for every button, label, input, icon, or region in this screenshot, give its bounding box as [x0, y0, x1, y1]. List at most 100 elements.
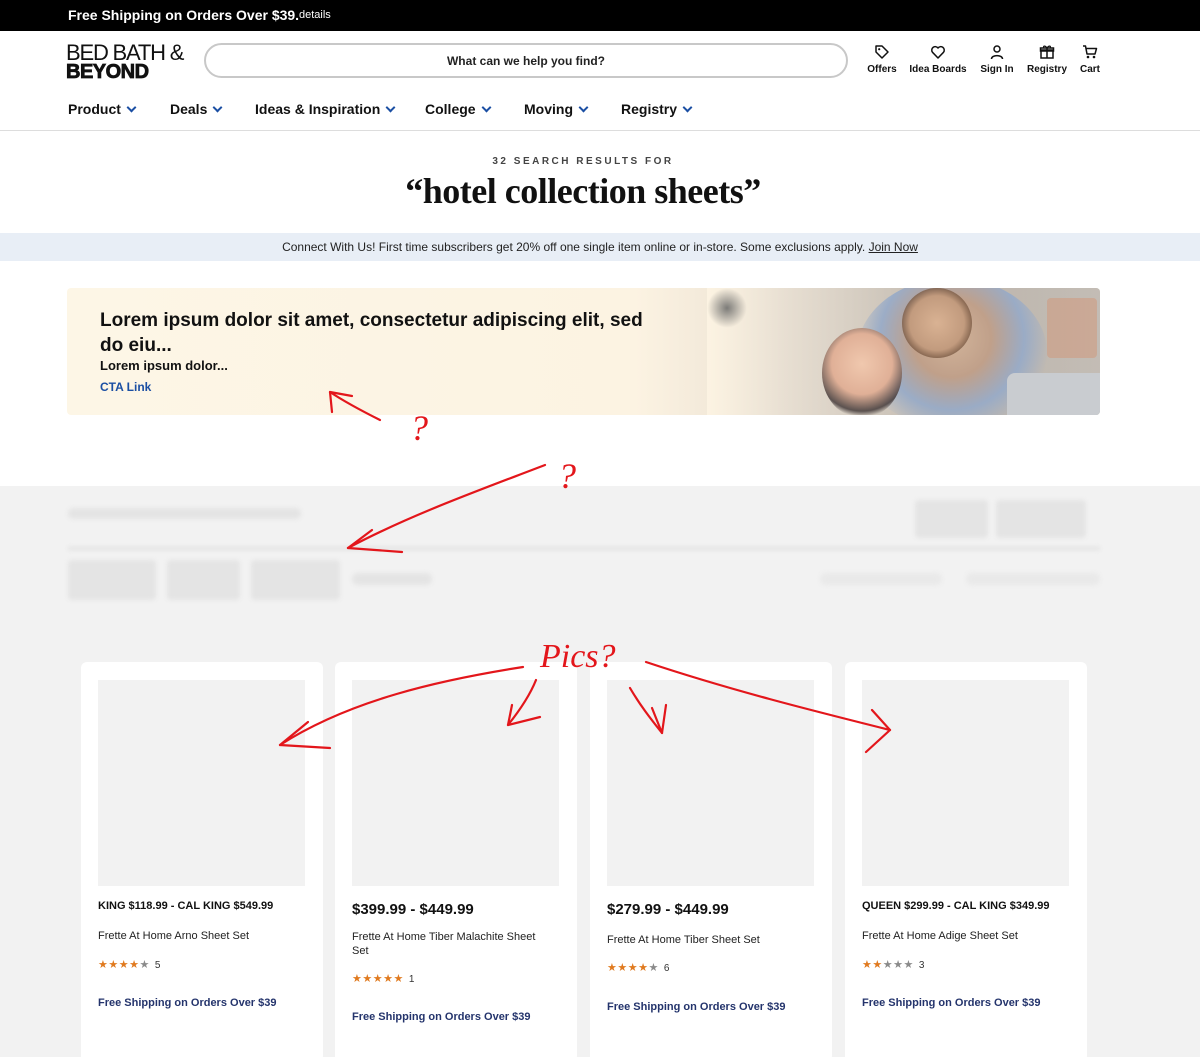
- star-icon: ★: [617, 962, 628, 974]
- product-image-placeholder[interactable]: [98, 680, 305, 886]
- search-bar: [204, 43, 848, 78]
- star-icon: ★: [139, 959, 150, 971]
- nav-item-college[interactable]: College: [425, 101, 492, 117]
- product-card[interactable]: QUEEN $299.99 - CAL KING $349.99 Frette …: [845, 662, 1087, 1057]
- sign-in-link[interactable]: Sign In: [977, 44, 1017, 75]
- gift-icon: [1039, 45, 1055, 59]
- star-icon: ★: [362, 973, 373, 985]
- star-icon: ★: [393, 973, 404, 985]
- product-price: $279.99 - $449.99: [607, 901, 729, 918]
- product-rating: ★★★★★ 6: [607, 961, 669, 974]
- results-query: “hotel collection sheets”: [405, 171, 761, 211]
- registry-label: Registry: [1026, 64, 1067, 75]
- main-nav: Product Deals Ideas & Inspiration Colleg…: [0, 90, 1200, 131]
- chevron-down-icon: [385, 102, 396, 113]
- review-count: 3: [918, 960, 925, 971]
- product-card[interactable]: $399.99 - $449.99 Frette At Home Tiber M…: [335, 662, 577, 1057]
- chevron-down-icon: [126, 102, 137, 113]
- idea-boards-label: Idea Boards: [909, 64, 967, 75]
- product-price: $399.99 - $449.99: [352, 901, 474, 918]
- sign-in-label: Sign In: [980, 64, 1014, 75]
- banner-photo: [707, 288, 1100, 415]
- star-icon: ★: [129, 959, 140, 971]
- promo-bar: Free Shipping on Orders Over $39. detail…: [0, 0, 1200, 31]
- nav-item-registry[interactable]: Registry: [621, 101, 693, 117]
- star-icon: ★: [607, 962, 618, 974]
- skeleton-button: [996, 500, 1086, 538]
- review-count: 6: [663, 963, 670, 974]
- skeleton-filter: [68, 560, 156, 600]
- chevron-down-icon: [212, 102, 223, 113]
- product-card[interactable]: KING $118.99 - CAL KING $549.99 Frette A…: [81, 662, 323, 1057]
- skeleton-button: [915, 500, 988, 538]
- nav-label: Moving: [524, 101, 573, 117]
- nav-item-moving[interactable]: Moving: [524, 101, 589, 117]
- star-icon: ★: [893, 959, 904, 971]
- skeleton-filter: [167, 560, 240, 600]
- product-rating: ★★★★★ 3: [862, 958, 924, 971]
- heart-icon: [931, 45, 945, 59]
- shipping-note: Free Shipping on Orders Over $39: [352, 1011, 531, 1023]
- review-count: 1: [408, 974, 415, 985]
- product-price: KING $118.99 - CAL KING $549.99: [98, 900, 274, 912]
- product-image-placeholder[interactable]: [352, 680, 559, 886]
- star-icon: ★: [872, 959, 883, 971]
- star-icon: ★: [372, 973, 384, 985]
- product-title[interactable]: Frette At Home Arno Sheet Set: [98, 929, 298, 943]
- star-icon: ★: [108, 959, 119, 971]
- product-card[interactable]: $279.99 - $449.99 Frette At Home Tiber S…: [590, 662, 832, 1057]
- product-image-placeholder[interactable]: [607, 680, 814, 886]
- logo-line2: BEYOND: [66, 61, 150, 83]
- nav-label: Product: [68, 101, 121, 117]
- skeleton-text: [966, 573, 1100, 585]
- nav-item-ideas[interactable]: Ideas & Inspiration: [255, 101, 396, 117]
- site-logo[interactable]: BED BATH & BEYOND: [66, 42, 185, 83]
- banner-cta-link[interactable]: CTA Link: [100, 380, 151, 394]
- nav-item-deals[interactable]: Deals: [170, 101, 223, 117]
- shipping-note: Free Shipping on Orders Over $39: [98, 997, 277, 1009]
- subscribe-text: Connect With Us! First time subscribers …: [282, 240, 866, 254]
- cart-label: Cart: [1079, 64, 1100, 75]
- join-now-link[interactable]: Join Now: [869, 240, 918, 254]
- skeleton-divider: [68, 547, 1100, 550]
- registry-link[interactable]: Registry: [1024, 44, 1070, 75]
- star-icon: ★: [903, 959, 914, 971]
- banner-subtitle: Lorem ipsum dolor...: [100, 358, 228, 373]
- cart-link[interactable]: Cart: [1076, 44, 1104, 75]
- star-icon: ★: [862, 959, 873, 971]
- product-title[interactable]: Frette At Home Tiber Malachite Sheet Set: [352, 930, 537, 958]
- product-rating: ★★★★★ 1: [352, 972, 414, 985]
- star-icon: ★: [352, 973, 363, 985]
- promo-details-link[interactable]: details: [299, 9, 331, 21]
- idea-boards-link[interactable]: Idea Boards: [907, 44, 969, 75]
- star-icon: ★: [118, 959, 130, 971]
- tag-icon: [875, 45, 889, 59]
- skeleton-text: [820, 573, 942, 585]
- hero-banner[interactable]: Lorem ipsum dolor sit amet, consectetur …: [67, 288, 1100, 415]
- offers-link[interactable]: Offers: [864, 44, 900, 75]
- skeleton-heading: [68, 508, 301, 519]
- promo-text: Free Shipping on Orders Over $39.: [68, 7, 300, 23]
- search-input[interactable]: [206, 45, 846, 76]
- star-icon: ★: [648, 962, 659, 974]
- nav-item-product[interactable]: Product: [68, 101, 137, 117]
- star-icon: ★: [638, 962, 649, 974]
- user-icon: [990, 45, 1004, 60]
- cart-icon: [1083, 45, 1098, 59]
- chevron-down-icon: [578, 102, 589, 113]
- star-icon: ★: [882, 959, 894, 971]
- nav-label: College: [425, 101, 476, 117]
- skeleton-filter: [251, 560, 340, 600]
- star-icon: ★: [627, 962, 639, 974]
- product-title[interactable]: Frette At Home Adige Sheet Set: [862, 929, 1062, 943]
- shipping-note: Free Shipping on Orders Over $39: [862, 997, 1041, 1009]
- results-count: 32 SEARCH RESULTS FOR: [492, 156, 674, 167]
- banner-title: Lorem ipsum dolor sit amet, consectetur …: [100, 310, 643, 356]
- chevron-down-icon: [481, 102, 492, 113]
- nav-label: Registry: [621, 101, 678, 117]
- product-image-placeholder[interactable]: [862, 680, 1069, 886]
- product-title[interactable]: Frette At Home Tiber Sheet Set: [607, 933, 807, 947]
- star-icon: ★: [98, 959, 109, 971]
- shipping-note: Free Shipping on Orders Over $39: [607, 1001, 786, 1013]
- nav-label: Ideas & Inspiration: [255, 101, 381, 117]
